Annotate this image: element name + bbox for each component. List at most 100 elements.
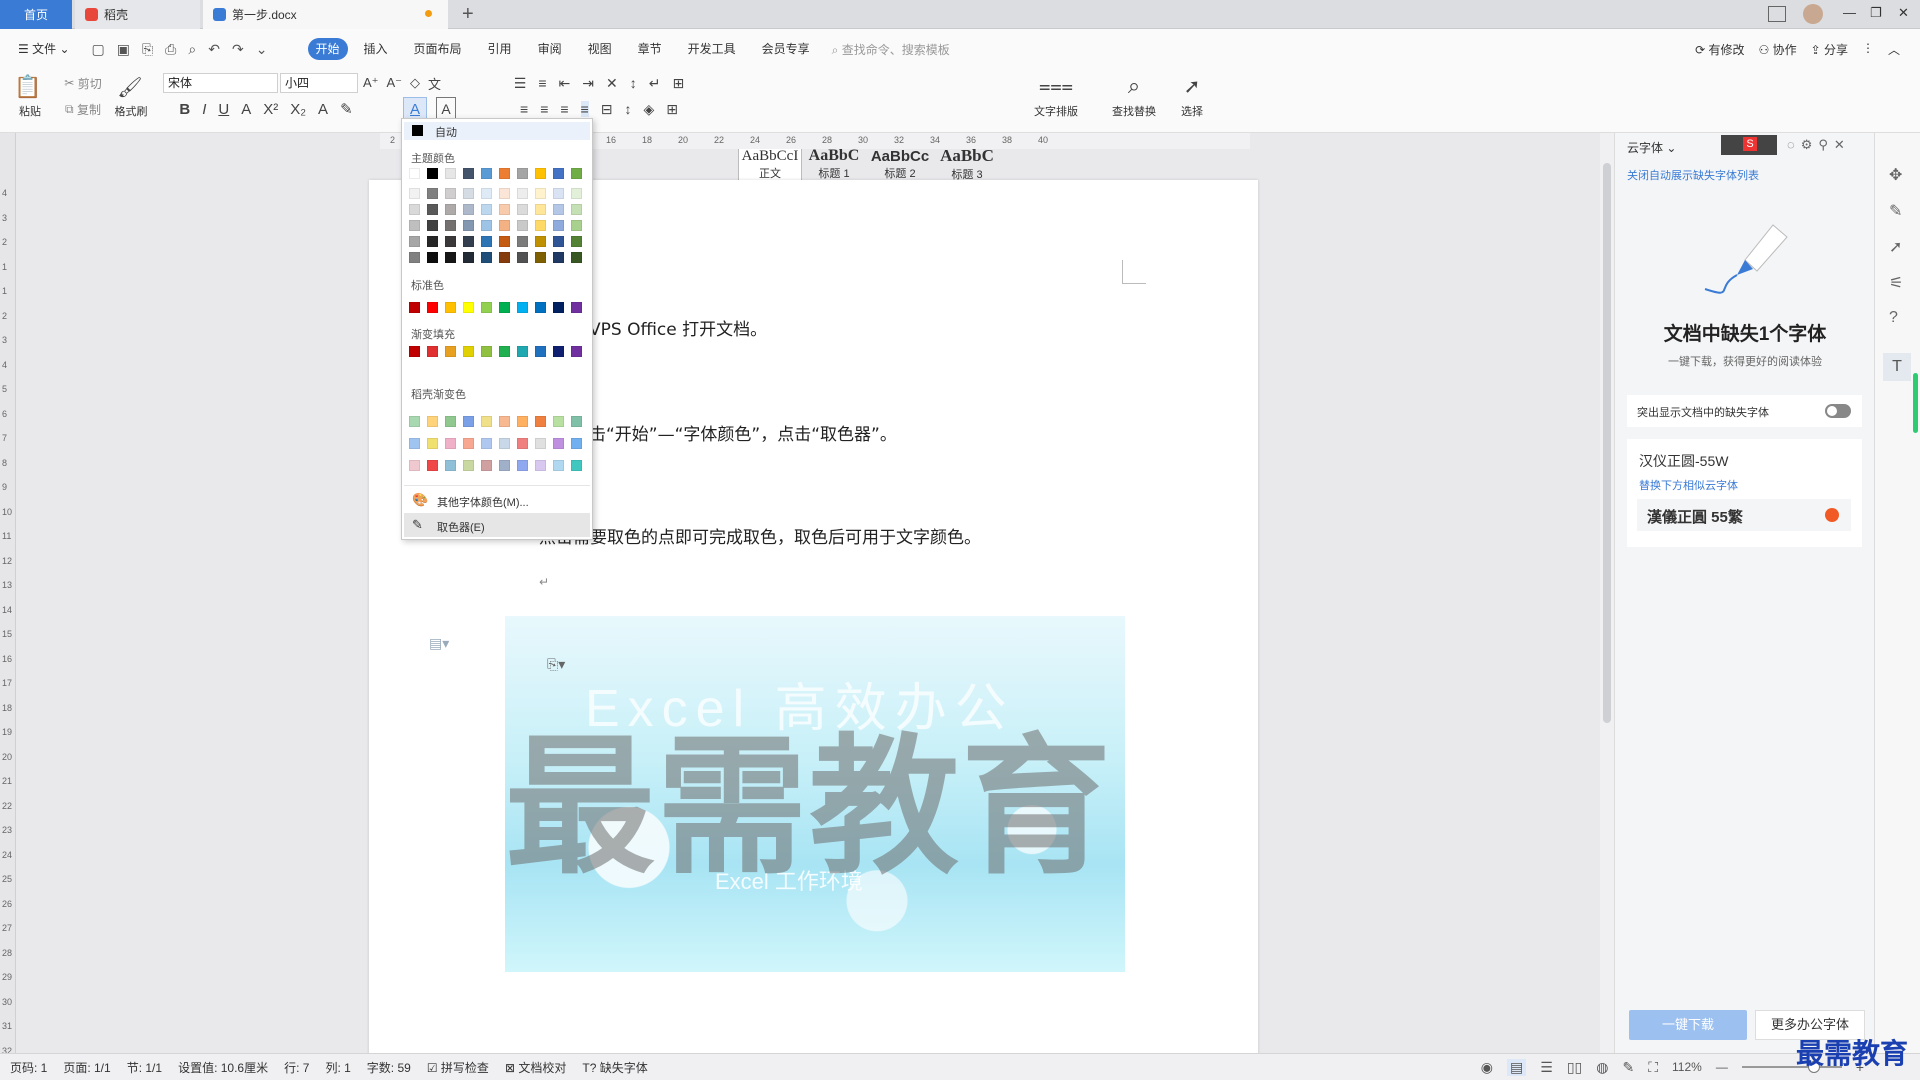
tab-chapter[interactable]: 章节 xyxy=(630,38,670,60)
eye-icon[interactable]: ◉ xyxy=(1481,1059,1493,1076)
theme-shade-swatch[interactable] xyxy=(409,188,420,199)
subscript-icon[interactable]: X₂ xyxy=(290,101,306,118)
cut-button[interactable]: ✂ 剪切 xyxy=(58,75,108,91)
share-button[interactable]: ⇪ 分享 xyxy=(1811,41,1848,58)
theme-shade-swatch[interactable] xyxy=(571,236,582,247)
daoke-gradient-swatch[interactable] xyxy=(535,438,546,449)
daoke-gradient-swatch[interactable] xyxy=(553,416,564,427)
settings-icon[interactable]: ⚙ xyxy=(1801,137,1819,152)
panel-title[interactable]: 云字体 ⌄ xyxy=(1627,139,1676,156)
theme-shade-swatch[interactable] xyxy=(517,220,528,231)
page-view-icon[interactable]: ▤ xyxy=(1507,1058,1527,1076)
theme-shade-swatch[interactable] xyxy=(553,252,564,263)
theme-shade-swatch[interactable] xyxy=(517,252,528,263)
help-icon[interactable]: ? xyxy=(1889,309,1898,327)
sliders-icon[interactable]: ⚟ xyxy=(1889,273,1903,293)
standard-swatch[interactable] xyxy=(445,302,456,313)
highlight-icon[interactable]: ✎ xyxy=(340,100,353,118)
close-auto-list-link[interactable]: 关闭自动展示缺失字体列表 xyxy=(1627,167,1759,183)
vertical-scrollbar[interactable] xyxy=(1600,133,1614,1053)
print-icon[interactable]: ⎙ xyxy=(165,41,176,58)
paste-options-icon[interactable]: ⎘▾ xyxy=(547,656,565,673)
select-button[interactable]: 选择 xyxy=(1172,103,1212,119)
justify-icon[interactable]: ≡ xyxy=(580,101,589,117)
shrink-font-icon[interactable]: A⁻ xyxy=(386,75,402,91)
theme-shade-swatch[interactable] xyxy=(463,188,474,199)
pin-icon[interactable]: ⚲ xyxy=(1818,137,1834,152)
daoke-gradient-swatch[interactable] xyxy=(553,460,564,471)
status-col[interactable]: 列: 1 xyxy=(325,1059,350,1076)
modify-button[interactable]: ⟳ 有修改 xyxy=(1695,41,1744,58)
preview-icon[interactable]: ⌕ xyxy=(188,41,196,58)
reading-view-icon[interactable]: ▯▯ xyxy=(1567,1059,1582,1076)
redo-icon[interactable]: ↷ xyxy=(232,41,244,58)
phonetic-icon[interactable]: 文 xyxy=(428,74,441,93)
tab-insert[interactable]: 插入 xyxy=(356,38,396,60)
theme-shade-swatch[interactable] xyxy=(481,236,492,247)
outline-view-icon[interactable]: ☰ xyxy=(1540,1059,1553,1076)
status-words[interactable]: 字数: 59 xyxy=(367,1059,411,1076)
daoke-gradient-swatch[interactable] xyxy=(463,460,474,471)
theme-shade-swatch[interactable] xyxy=(445,236,456,247)
theme-shade-swatch[interactable] xyxy=(553,204,564,215)
minimize-button[interactable]: — xyxy=(1843,5,1856,20)
daoke-gradient-swatch[interactable] xyxy=(445,438,456,449)
fit-page-icon[interactable]: ⛶ xyxy=(1648,1059,1658,1076)
font-size-select[interactable]: 小四 xyxy=(280,73,358,93)
chat-icon[interactable]: ◌ xyxy=(1787,137,1801,152)
copy-button[interactable]: ⧉ 复制 xyxy=(58,101,108,117)
theme-shade-swatch[interactable] xyxy=(427,220,438,231)
download-badge-icon[interactable] xyxy=(1825,508,1839,522)
scrollbar-thumb[interactable] xyxy=(1603,163,1611,723)
theme-swatch[interactable] xyxy=(571,168,582,179)
tab-page-layout[interactable]: 页面布局 xyxy=(406,38,470,60)
tab-document[interactable]: 第一步.docx xyxy=(203,0,448,29)
theme-swatch[interactable] xyxy=(553,168,564,179)
daoke-gradient-swatch[interactable] xyxy=(409,416,420,427)
close-window-button[interactable]: ✕ xyxy=(1898,5,1909,21)
daoke-gradient-swatch[interactable] xyxy=(445,460,456,471)
daoke-gradient-swatch[interactable] xyxy=(517,438,528,449)
theme-shade-swatch[interactable] xyxy=(499,220,510,231)
zoom-level[interactable]: 112% xyxy=(1672,1060,1702,1074)
daoke-gradient-swatch[interactable] xyxy=(481,438,492,449)
tab-daoke[interactable]: 稻壳 xyxy=(75,0,200,29)
bold-icon[interactable]: B xyxy=(179,101,190,118)
tab-start[interactable]: 开始 xyxy=(307,38,348,60)
theme-swatch[interactable] xyxy=(517,168,528,179)
font-panel-icon[interactable]: T xyxy=(1883,353,1911,381)
theme-shade-swatch[interactable] xyxy=(481,252,492,263)
theme-shade-swatch[interactable] xyxy=(499,252,510,263)
theme-swatch[interactable] xyxy=(535,168,546,179)
gradient-swatch[interactable] xyxy=(517,346,528,357)
theme-shade-swatch[interactable] xyxy=(517,236,528,247)
daoke-gradient-swatch[interactable] xyxy=(517,416,528,427)
find-replace-icon[interactable]: ⌕ xyxy=(1118,73,1150,99)
format-painter-button[interactable]: 格式刷 xyxy=(110,103,152,119)
gradient-swatch[interactable] xyxy=(445,346,456,357)
theme-shade-swatch[interactable] xyxy=(445,188,456,199)
chinese-layout-icon[interactable]: ✕ xyxy=(606,75,618,92)
daoke-gradient-swatch[interactable] xyxy=(427,416,438,427)
zoom-out-button[interactable]: — xyxy=(1716,1060,1728,1074)
collapse-ribbon-icon[interactable]: ︿ xyxy=(1888,41,1900,58)
spell-check-button[interactable]: ☑ 拼写检查 xyxy=(427,1059,489,1076)
text-layout-button[interactable]: 文字排版 xyxy=(1024,103,1088,119)
undo-icon[interactable]: ↶ xyxy=(208,41,220,58)
clear-format-icon[interactable]: ◇ xyxy=(410,75,420,91)
sort-icon[interactable]: ↕ xyxy=(630,75,637,91)
theme-shade-swatch[interactable] xyxy=(535,220,546,231)
status-pages[interactable]: 页面: 1/1 xyxy=(63,1059,110,1076)
tab-view[interactable]: 视图 xyxy=(580,38,620,60)
download-all-button[interactable]: 一键下载 xyxy=(1629,1010,1747,1040)
standard-swatch[interactable] xyxy=(463,302,474,313)
theme-shade-swatch[interactable] xyxy=(499,236,510,247)
save-icon[interactable]: ▣ xyxy=(117,41,130,58)
theme-shade-swatch[interactable] xyxy=(553,236,564,247)
theme-shade-swatch[interactable] xyxy=(463,204,474,215)
theme-shade-swatch[interactable] xyxy=(427,252,438,263)
theme-shade-swatch[interactable] xyxy=(553,188,564,199)
distributed-icon[interactable]: ⊟ xyxy=(601,101,613,118)
standard-swatch[interactable] xyxy=(553,302,564,313)
theme-shade-swatch[interactable] xyxy=(463,236,474,247)
